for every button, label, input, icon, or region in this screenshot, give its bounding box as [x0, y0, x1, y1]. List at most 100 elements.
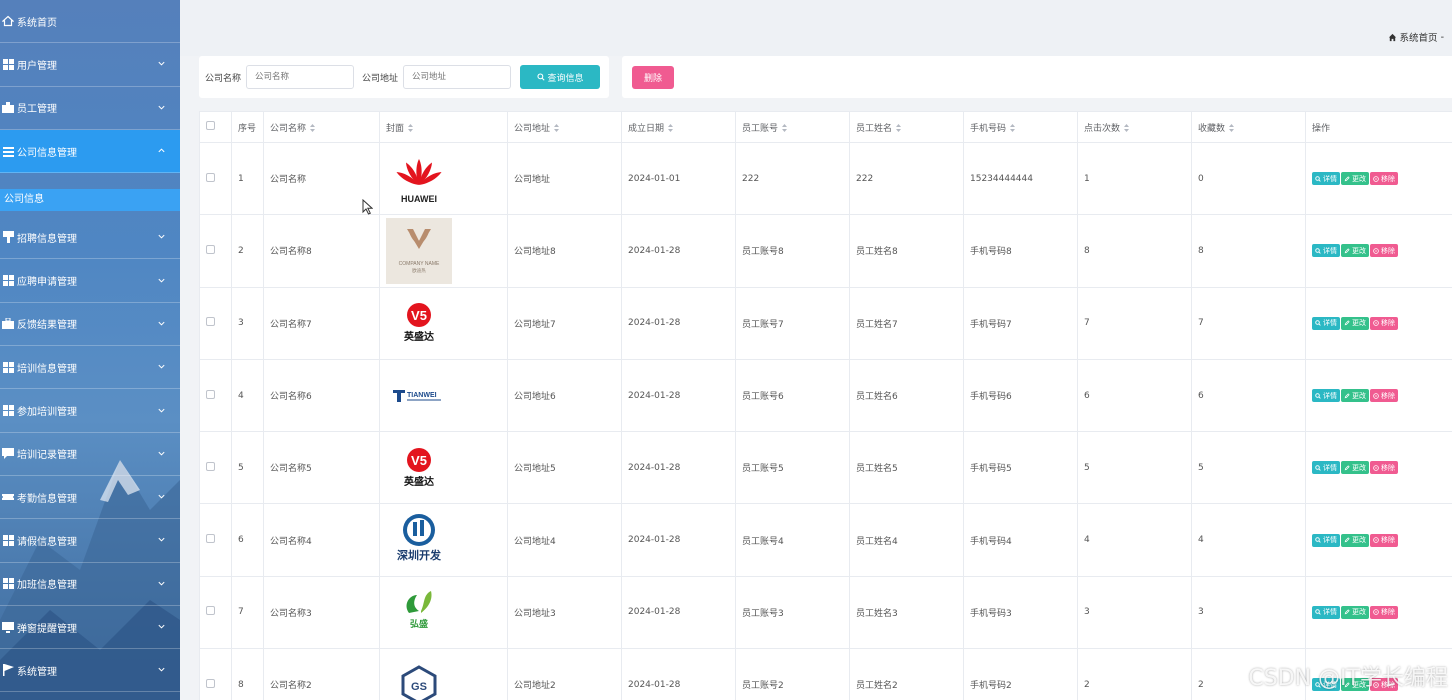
table-row[interactable]: 5 公司名称5 V5 英盛达 公司地址5 2024-01-28 员工账号5 员工姓名5 手… — [199, 431, 1452, 505]
sort-icon[interactable] — [1124, 124, 1130, 132]
click-count-cell: 6 — [1077, 358, 1192, 433]
column-header[interactable]: 成立日期 — [621, 111, 736, 143]
edit-button[interactable]: 更改 — [1341, 533, 1369, 547]
breadcrumb-separator: - — [1440, 31, 1444, 43]
staff-name-cell: 员工姓名3 — [849, 575, 964, 650]
remove-button[interactable]: 移除 — [1370, 244, 1398, 258]
row-checkbox[interactable] — [206, 534, 215, 544]
sort-icon[interactable] — [1010, 124, 1016, 132]
action-panel: 删除 — [622, 56, 1452, 98]
row-checkbox[interactable] — [206, 678, 215, 688]
edit-button[interactable]: 更改 — [1341, 172, 1369, 186]
sort-icon[interactable] — [896, 124, 902, 132]
row-checkbox-cell[interactable] — [199, 214, 232, 288]
column-header[interactable]: 手机号码 — [963, 111, 1078, 143]
remove-button[interactable]: 移除 — [1370, 316, 1398, 330]
sidebar-subitem-company-info[interactable]: 公司信息 — [0, 189, 180, 212]
edit-button[interactable]: 更改 — [1341, 316, 1369, 330]
edit-button[interactable]: 更改 — [1341, 244, 1369, 258]
sidebar-item-11[interactable]: 请假信息管理 — [0, 519, 180, 563]
chevron-down-icon — [158, 668, 165, 672]
sidebar-item-13[interactable]: 弹窗提醒管理 — [0, 606, 180, 650]
sidebar-item-1[interactable]: 用户管理 — [0, 43, 180, 87]
column-header[interactable]: 收藏数 — [1191, 111, 1306, 143]
search-button[interactable]: 查询信息 — [520, 65, 601, 89]
row-checkbox-cell[interactable] — [199, 431, 232, 505]
remove-button[interactable]: 移除 — [1370, 533, 1398, 547]
breadcrumb-home[interactable]: 系统首页 — [1400, 30, 1438, 44]
row-checkbox[interactable] — [206, 244, 215, 254]
column-header[interactable]: 公司名称 — [263, 111, 380, 143]
sidebar-item-7[interactable]: 培训信息管理 — [0, 346, 180, 390]
sidebar-item-4[interactable]: 招聘信息管理 — [0, 216, 180, 260]
sidebar-item-3[interactable]: 公司信息管理 — [0, 129, 180, 174]
company-name-input[interactable] — [246, 65, 355, 89]
remove-button[interactable]: 移除 — [1370, 389, 1398, 403]
select-all-checkbox-cell[interactable] — [199, 111, 232, 143]
sort-icon[interactable] — [554, 124, 560, 132]
detail-button[interactable]: 详情 — [1312, 461, 1340, 475]
cover-cell: V5 英盛达 — [379, 286, 508, 360]
row-checkbox[interactable] — [206, 606, 215, 616]
edit-button[interactable]: 更改 — [1341, 605, 1369, 619]
sort-icon[interactable] — [668, 124, 674, 132]
sidebar-item-14[interactable]: 系统管理 — [0, 649, 180, 693]
detail-button[interactable]: 详情 — [1312, 172, 1340, 186]
home-icon — [2, 15, 14, 27]
click-count-cell: 8 — [1077, 214, 1192, 288]
select-all-checkbox[interactable] — [206, 121, 215, 130]
sidebar-item-6[interactable]: 反馈结果管理 — [0, 303, 180, 347]
sidebar-item-9[interactable]: 培训记录管理 — [0, 433, 180, 476]
column-header[interactable]: 公司地址 — [507, 111, 622, 143]
column-header[interactable]: 点击次数 — [1077, 111, 1192, 143]
sort-icon[interactable] — [1229, 124, 1235, 132]
row-checkbox[interactable] — [206, 317, 215, 327]
table-row[interactable]: 7 公司名称3 弘盛 公司地址3 2024-01-28 员工账号3 员工姓名3 手机号码3… — [199, 575, 1452, 650]
svg-text:HUAWEI: HUAWEI — [401, 194, 437, 204]
sidebar-item-5[interactable]: 应聘申请管理 — [0, 259, 180, 303]
detail-button[interactable]: 详情 — [1312, 316, 1340, 330]
row-checkbox[interactable] — [206, 461, 215, 471]
detail-button[interactable]: 详情 — [1312, 605, 1340, 619]
table-row[interactable]: 2 公司名称8 COMPANY NAME 欧迪热 公司地址8 2024-01-28 员… — [199, 214, 1452, 288]
detail-button[interactable]: 详情 — [1312, 533, 1340, 547]
company-address-input[interactable] — [403, 65, 512, 89]
remove-button[interactable]: 移除 — [1370, 172, 1398, 186]
click-count-cell: 5 — [1077, 431, 1192, 505]
sort-icon[interactable] — [310, 124, 316, 132]
column-header[interactable]: 员工账号 — [735, 111, 850, 143]
row-checkbox-cell[interactable] — [199, 575, 232, 650]
company-table-panel: 序号 公司名称 封面 公司地址 成立日期 员工账号 员工姓名 手机号码 点击次数 收藏数 操作 1公… — [199, 111, 1452, 700]
edit-button[interactable]: 更改 — [1341, 461, 1369, 475]
column-header[interactable]: 员工姓名 — [849, 111, 964, 143]
edit-button[interactable]: 更改 — [1341, 389, 1369, 403]
table-row[interactable]: 4 公司名称6 TIANWEI 公司地址6 2024-01-28 员工账号6 员工姓名6… — [199, 358, 1452, 433]
staff-account-cell: 员工账号4 — [735, 503, 850, 577]
row-checkbox[interactable] — [206, 389, 215, 399]
sidebar-item-0[interactable]: 系统首页 — [0, 0, 180, 44]
detail-button[interactable]: 详情 — [1312, 244, 1340, 258]
delete-button[interactable]: 删除 — [632, 66, 674, 89]
sidebar-item-label: 用户管理 — [17, 60, 57, 72]
sort-icon[interactable] — [408, 124, 414, 132]
row-checkbox-cell[interactable] — [199, 648, 232, 700]
remove-button[interactable]: 移除 — [1370, 461, 1398, 475]
remove-button[interactable]: 移除 — [1370, 605, 1398, 619]
row-checkbox[interactable] — [206, 172, 215, 182]
sidebar-item-10[interactable]: 考勤信息管理 — [0, 476, 180, 520]
phone-cell: 手机号码4 — [963, 503, 1078, 577]
row-checkbox-cell[interactable] — [199, 503, 232, 577]
table-row[interactable]: 1 公司名称 HUAWEI 公司地址 2024-01-01 222 222 1523444… — [199, 141, 1452, 216]
sidebar-item-8[interactable]: 参加培训管理 — [0, 389, 180, 433]
sort-icon[interactable] — [782, 124, 788, 132]
detail-button[interactable]: 详情 — [1312, 389, 1340, 403]
table-row[interactable]: 6 公司名称4 深圳开发 公司地址4 2024-01-28 员工账号4 员工姓名4 手机号… — [199, 503, 1452, 577]
sidebar-item-2[interactable]: 员工管理 — [0, 87, 180, 130]
sidebar-item-12[interactable]: 加班信息管理 — [0, 563, 180, 606]
row-checkbox-cell[interactable] — [199, 286, 232, 360]
row-checkbox-cell[interactable] — [199, 358, 232, 433]
table-row[interactable]: 3 公司名称7 V5 英盛达 公司地址7 2024-01-28 员工账号7 员工姓名7 手… — [199, 286, 1452, 360]
column-header[interactable]: 封面 — [379, 111, 508, 143]
list-icon — [2, 145, 14, 157]
row-checkbox-cell[interactable] — [199, 141, 232, 216]
